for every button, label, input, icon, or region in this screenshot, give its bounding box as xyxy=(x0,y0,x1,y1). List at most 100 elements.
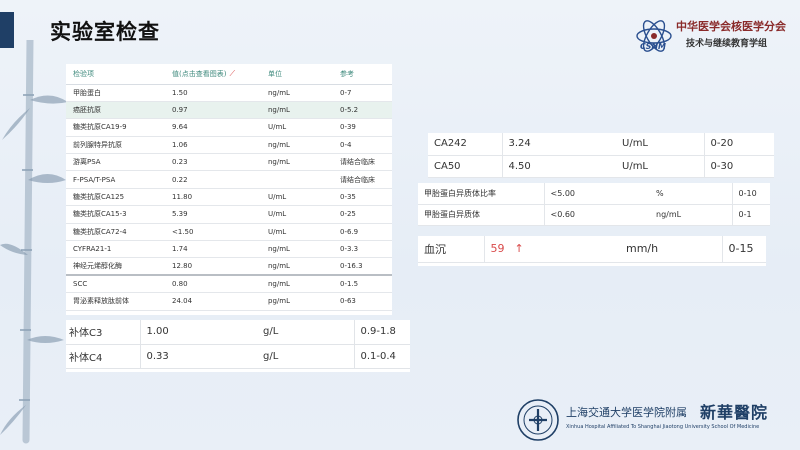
cell-item: 糖类抗原CA19-9 xyxy=(66,118,165,137)
table-row[interactable]: 游离PSA 0.23 ng/mL 请结合临床 xyxy=(66,153,392,172)
cell-unit: mm/h xyxy=(620,236,722,263)
cell-value: 0.33 xyxy=(139,344,260,369)
cell-value[interactable]: 0.22 xyxy=(165,170,261,189)
cell-value[interactable]: 0.97 xyxy=(165,101,261,120)
cell-unit: ng/mL xyxy=(261,275,333,294)
cell-unit: pg/mL xyxy=(261,292,333,311)
cell-reference: 请结合临床 xyxy=(333,170,392,189)
esr-panel: 血沉 59 ↑ mm/h 0-15 xyxy=(418,236,766,266)
cell-unit: ng/mL xyxy=(261,240,333,259)
cell-item: 补体C4 xyxy=(66,344,140,369)
cell-reference: 0-30 xyxy=(703,155,774,178)
table-row[interactable]: F-PSA/T-PSA 0.22 请结合临床 xyxy=(66,170,392,189)
ca-markers-table: CA242 3.24 U/mL 0-20 CA50 4.50 U/mL 0-30 xyxy=(428,133,774,178)
lab-results-table: 检验项 值(点击查看图表) ⟋ 单位 参考 甲胎蛋白 1.50 ng/mL 0-7… xyxy=(66,64,392,311)
cell-reference: 0-1 xyxy=(731,204,770,226)
table-row[interactable]: 前列腺特异抗原 1.06 ng/mL 0-4 xyxy=(66,136,392,155)
cell-unit: U/mL xyxy=(261,188,333,207)
cell-item: CYFRA21-1 xyxy=(66,240,165,259)
hospital-name-en: Xinhua Hospital Affiliated To Shanghai J… xyxy=(566,424,760,430)
cell-reference: 0.9-1.8 xyxy=(353,320,410,345)
ca-markers-panel: CA242 3.24 U/mL 0-20 CA50 4.50 U/mL 0-30 xyxy=(428,133,774,178)
cell-value[interactable]: 9.64 xyxy=(165,118,261,137)
cell-item: 神经元烯醇化酶 xyxy=(66,257,165,277)
table-row[interactable]: 血沉 59 ↑ mm/h 0-15 xyxy=(418,236,766,263)
cell-unit: g/L xyxy=(260,320,354,345)
cell-value: <5.00 xyxy=(543,183,650,205)
cell-reference: 0-39 xyxy=(333,118,392,137)
cell-item: 胃泌素释放肽前体 xyxy=(66,292,165,311)
table-row[interactable]: 癌胚抗原 0.97 ng/mL 0-5.2 xyxy=(66,101,392,120)
cell-reference: 0-16.3 xyxy=(333,257,392,277)
cell-item: CA50 xyxy=(428,155,502,178)
hospital-seal-icon xyxy=(517,399,559,441)
line-chart-icon[interactable]: ⟋ xyxy=(229,69,235,78)
table-row[interactable]: 补体C3 1.00 g/L 0.9-1.8 xyxy=(66,320,410,345)
cell-item: 糖类抗原CA72-4 xyxy=(66,223,165,242)
cell-unit: g/L xyxy=(260,344,354,369)
cell-unit: ng/mL xyxy=(261,257,333,277)
cell-unit: ng/mL xyxy=(261,136,333,155)
cell-value[interactable]: 0.23 xyxy=(165,153,261,172)
cell-reference: 0-7 xyxy=(333,84,392,102)
cell-reference: 请结合临床 xyxy=(333,153,392,172)
header-reference: 参考 xyxy=(333,64,392,85)
table-row[interactable]: 胃泌素释放肽前体 24.04 pg/mL 0-63 xyxy=(66,292,392,311)
cell-item: 游离PSA xyxy=(66,153,165,172)
cell-value[interactable]: 1.06 xyxy=(165,136,261,155)
cell-item: 糖类抗原CA15-3 xyxy=(66,205,165,224)
cell-item: 前列腺特异抗原 xyxy=(66,136,165,155)
cell-reference: 0-25 xyxy=(333,205,392,224)
header-item: 检验项 xyxy=(66,64,165,85)
cell-value: 4.50 xyxy=(501,155,616,178)
table-row[interactable]: 糖类抗原CA72-4 <1.50 U/mL 0-6.9 xyxy=(66,223,392,242)
cell-item: 糖类抗原CA125 xyxy=(66,188,165,207)
cell-value[interactable]: 5.39 xyxy=(165,205,261,224)
cell-value[interactable]: <1.50 xyxy=(165,223,261,242)
cell-item: 甲胎蛋白 xyxy=(66,84,165,102)
society-abbr: CSNM xyxy=(640,42,667,51)
table-header-row: 检验项 值(点击查看图表) ⟋ 单位 参考 xyxy=(66,64,392,85)
table-row[interactable]: 糖类抗原CA125 11.80 U/mL 0-35 xyxy=(66,188,392,207)
cell-reference: 0-1.5 xyxy=(333,275,392,294)
table-row[interactable]: 糖类抗原CA15-3 5.39 U/mL 0-25 xyxy=(66,205,392,224)
complement-panel: 补体C3 1.00 g/L 0.9-1.8 补体C4 0.33 g/L 0.1-… xyxy=(66,320,410,372)
afp-variant-panel: 甲胎蛋白异质体比率 <5.00 % 0-10 甲胎蛋白异质体 <0.60 ng/… xyxy=(418,183,770,226)
cell-value[interactable]: 1.50 xyxy=(165,84,261,102)
table-row[interactable]: 糖类抗原CA19-9 9.64 U/mL 0-39 xyxy=(66,118,392,137)
table-row[interactable]: SCC 0.80 ng/mL 0-1.5 xyxy=(66,275,392,294)
cell-value[interactable]: 1.74 xyxy=(165,240,261,259)
cell-value: 1.00 xyxy=(139,320,260,345)
table-row[interactable]: CA242 3.24 U/mL 0-20 xyxy=(428,133,774,156)
cell-unit: U/mL xyxy=(616,133,704,156)
complement-table: 补体C3 1.00 g/L 0.9-1.8 补体C4 0.33 g/L 0.1-… xyxy=(66,320,410,369)
table-row[interactable]: 补体C4 0.33 g/L 0.1-0.4 xyxy=(66,344,410,369)
cell-reference: 0-3.3 xyxy=(333,240,392,259)
cell-value[interactable]: 0.80 xyxy=(165,275,261,294)
hospital-logo: 上海交通大学医学院附属 新華醫院 Xinhua Hospital Affilia… xyxy=(516,392,791,446)
cell-unit: U/mL xyxy=(261,205,333,224)
table-row[interactable]: CA50 4.50 U/mL 0-30 xyxy=(428,155,774,178)
cell-value[interactable]: 24.04 xyxy=(165,292,261,311)
arrow-up-icon: ↑ xyxy=(514,242,524,256)
table-row[interactable]: 神经元烯醇化酶 12.80 ng/mL 0-16.3 xyxy=(66,257,392,277)
cell-unit: U/mL xyxy=(261,223,333,242)
afp-variant-table: 甲胎蛋白异质体比率 <5.00 % 0-10 甲胎蛋白异质体 <0.60 ng/… xyxy=(418,183,770,226)
table-row[interactable]: 甲胎蛋白异质体比率 <5.00 % 0-10 xyxy=(418,183,770,205)
table-row[interactable]: 甲胎蛋白异质体 <0.60 ng/mL 0-1 xyxy=(418,204,770,226)
cell-unit: ng/mL xyxy=(261,101,333,120)
society-name: 中华医学会核医学分会 xyxy=(676,20,786,33)
cell-unit: % xyxy=(650,183,732,205)
cell-value[interactable]: 11.80 xyxy=(165,188,261,207)
table-row[interactable]: 甲胎蛋白 1.50 ng/mL 0-7 xyxy=(66,84,392,102)
cell-value[interactable]: 12.80 xyxy=(165,257,261,277)
table-row[interactable]: CYFRA21-1 1.74 ng/mL 0-3.3 xyxy=(66,240,392,259)
header-value[interactable]: 值(点击查看图表) ⟋ xyxy=(165,64,261,85)
cell-reference: 0-5.2 xyxy=(333,101,392,120)
cell-item: 甲胎蛋白异质体 xyxy=(418,204,544,226)
cell-item: 血沉 xyxy=(418,236,484,263)
cell-unit: U/mL xyxy=(261,118,333,137)
cell-value: <0.60 xyxy=(543,204,650,226)
cell-unit xyxy=(261,170,333,189)
cell-reference: 0-20 xyxy=(703,133,774,156)
